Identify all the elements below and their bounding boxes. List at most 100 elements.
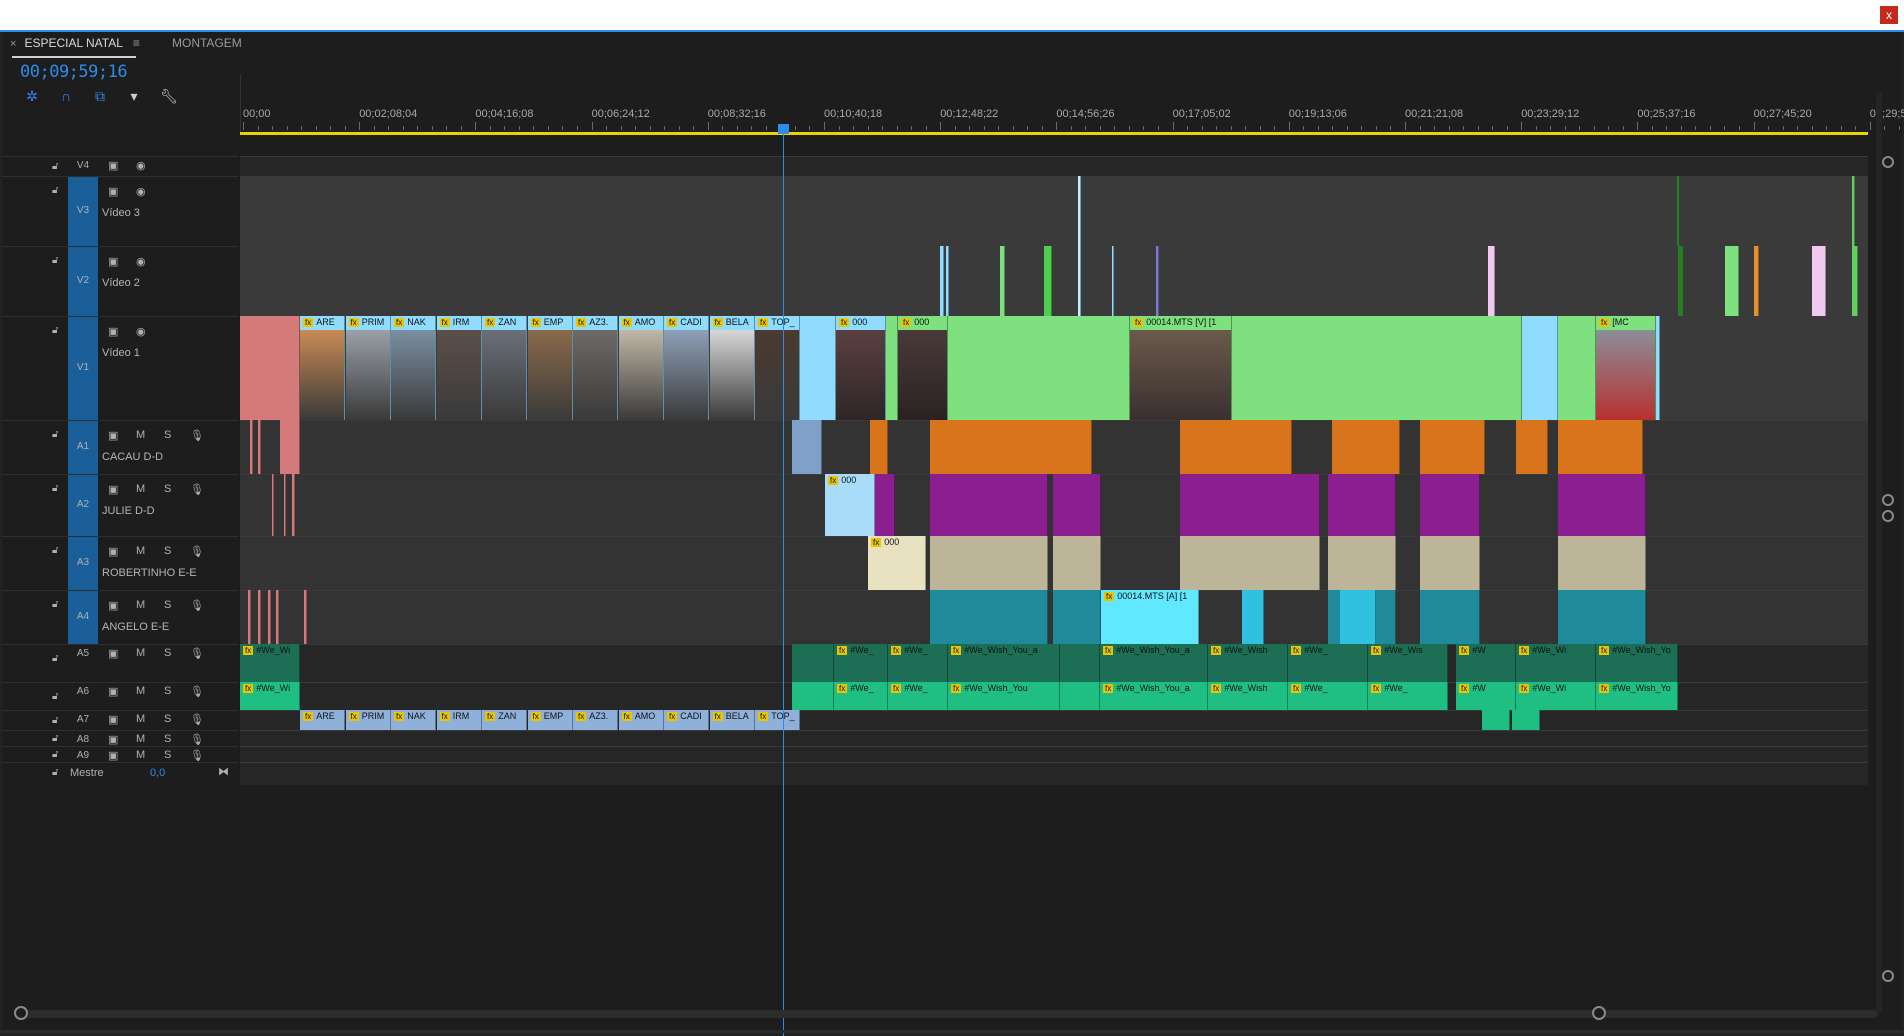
a2-clip[interactable] xyxy=(1558,474,1646,536)
lock-icon[interactable]: 🔓︎ xyxy=(52,255,62,266)
v1-clip[interactable]: fx 000 xyxy=(898,316,948,420)
a4-clip[interactable] xyxy=(248,590,251,644)
a7-clip[interactable] xyxy=(1482,710,1510,730)
v3-clip[interactable] xyxy=(1852,176,1855,246)
a2-clip[interactable] xyxy=(284,474,286,536)
lock-icon[interactable]: 🔓︎ xyxy=(52,483,62,494)
a7-clip[interactable]: fx PRIM xyxy=(345,710,391,730)
track-id[interactable]: A8 xyxy=(68,734,98,745)
a7-clip[interactable]: fxTOP_ xyxy=(755,710,800,730)
scroll-end-handle[interactable] xyxy=(1592,1006,1606,1020)
eye-icon[interactable]: ◉ xyxy=(136,325,146,338)
a5-clip[interactable]: fx #We_Wis xyxy=(1368,644,1448,682)
a2-clip[interactable] xyxy=(930,474,1048,536)
a6-clip[interactable]: fx #W xyxy=(1456,682,1516,710)
a4-clip[interactable] xyxy=(268,590,271,644)
a4-clip[interactable] xyxy=(1053,590,1101,644)
a4-clip[interactable] xyxy=(1340,590,1376,644)
scroll-mid2-handle[interactable] xyxy=(1882,510,1894,522)
lock-icon[interactable]: 🔓︎ xyxy=(52,715,62,726)
a7-clip[interactable]: fx CADI xyxy=(664,710,709,730)
master-end-icon[interactable]: ⧓ xyxy=(218,765,229,778)
toggle-sync-lock-icon[interactable]: ▣ xyxy=(108,483,118,496)
track-id[interactable]: A1 xyxy=(68,441,98,452)
mute-button[interactable]: M xyxy=(136,429,145,441)
a7-clip[interactable]: fx ARE xyxy=(300,710,345,730)
mute-button[interactable]: M xyxy=(136,647,145,659)
lock-icon[interactable]: 🔓︎ xyxy=(52,429,62,440)
a5-clip[interactable]: fx #We_ xyxy=(1288,644,1368,682)
mute-button[interactable]: M xyxy=(136,483,145,495)
v2-clip[interactable] xyxy=(1112,246,1114,316)
toggle-sync-lock-icon[interactable]: ▣ xyxy=(108,159,118,172)
a6-clip[interactable] xyxy=(1060,682,1100,710)
a2-clip[interactable] xyxy=(1328,474,1396,536)
v2-clip[interactable] xyxy=(1852,246,1858,316)
mic-icon[interactable]: 🎙︎ xyxy=(190,483,204,496)
mute-button[interactable]: M xyxy=(136,545,145,557)
lock-icon[interactable]: 🔓︎ xyxy=(52,691,62,702)
v2-clip[interactable] xyxy=(1000,246,1005,316)
a6-clip[interactable]: fx #We_Wish_You xyxy=(948,682,1060,710)
a3-clip[interactable] xyxy=(1180,536,1320,590)
v1-clip[interactable]: fx CADI xyxy=(664,316,709,420)
master-volume[interactable]: 0,0 xyxy=(150,767,165,779)
a6-clip[interactable]: fx #We_Wi xyxy=(240,682,300,710)
v1-clip[interactable] xyxy=(1656,316,1660,420)
v2-clip[interactable] xyxy=(1078,246,1081,316)
a5-clip[interactable]: fx #W xyxy=(1456,644,1516,682)
a2-clip[interactable] xyxy=(1420,474,1480,536)
v1-clip[interactable]: fx AZ3. xyxy=(573,316,618,420)
a1-clip[interactable] xyxy=(1516,420,1548,474)
v1-clip[interactable]: fx ARE xyxy=(300,316,345,420)
v2-clip[interactable] xyxy=(1044,246,1052,316)
toggle-sync-lock-icon[interactable]: ▣ xyxy=(108,685,118,698)
v1-clip[interactable]: fx IRM xyxy=(436,316,482,420)
track-id[interactable]: A9 xyxy=(68,750,98,761)
a4-clip[interactable] xyxy=(1420,590,1480,644)
solo-button[interactable]: S xyxy=(164,429,171,441)
a4-clip[interactable] xyxy=(276,590,279,644)
v1-clip[interactable]: fx 00014.MTS [V] [1 xyxy=(1130,316,1232,420)
a2-clip[interactable] xyxy=(1180,474,1320,536)
toggle-sync-lock-icon[interactable]: ▣ xyxy=(108,749,118,762)
a1-clip[interactable] xyxy=(792,420,822,474)
v1-clip[interactable] xyxy=(1232,316,1522,420)
a5-clip[interactable]: fx #We_Wish xyxy=(1208,644,1288,682)
a6-clip[interactable]: fx #We_Wi xyxy=(1516,682,1596,710)
a5-clip[interactable] xyxy=(1060,644,1100,682)
lock-icon[interactable]: 🔓︎ xyxy=(52,749,62,760)
v1-clip[interactable] xyxy=(948,316,1130,420)
solo-button[interactable]: S xyxy=(164,647,171,659)
a4-clip[interactable] xyxy=(304,590,307,644)
v2-clip[interactable] xyxy=(1754,246,1759,316)
v3-clip[interactable] xyxy=(1677,176,1680,246)
lock-icon[interactable]: 🔓︎ xyxy=(52,161,62,172)
solo-button[interactable]: S xyxy=(164,545,171,557)
solo-button[interactable]: S xyxy=(164,483,171,495)
v2-clip[interactable] xyxy=(1812,246,1826,316)
mic-icon[interactable]: 🎙︎ xyxy=(190,733,204,746)
track-id[interactable]: V4 xyxy=(68,160,98,171)
v1-clip[interactable]: fx NAK xyxy=(391,316,436,420)
track-id[interactable]: A5 xyxy=(68,648,98,659)
a7-clip[interactable]: fx EMP xyxy=(527,710,573,730)
a3-clip[interactable] xyxy=(1420,536,1480,590)
v1-clip[interactable] xyxy=(1558,316,1596,420)
a6-clip[interactable]: fx #We_Wish_You_a xyxy=(1100,682,1208,710)
a6-clip[interactable]: fx #We_ xyxy=(834,682,888,710)
scroll-mid-handle[interactable] xyxy=(1882,494,1894,506)
a1-clip[interactable] xyxy=(250,420,253,474)
a6-clip[interactable]: fx #We_ xyxy=(1288,682,1368,710)
mute-button[interactable]: M xyxy=(136,733,145,745)
a3-clip[interactable] xyxy=(1558,536,1646,590)
toggle-sync-lock-icon[interactable]: ▣ xyxy=(108,713,118,726)
track-lane[interactable] xyxy=(240,246,1868,317)
work-area-bar[interactable] xyxy=(240,132,1868,135)
lock-icon[interactable]: 🔓︎ xyxy=(52,733,62,744)
track-id[interactable]: A2 xyxy=(68,499,98,510)
a4-clip[interactable] xyxy=(258,590,261,644)
lock-icon[interactable]: 🔓︎ xyxy=(52,185,62,196)
time-ruler[interactable]: 00;00 00;02;08;04 00;04;16;08 00;06;24;12 00… xyxy=(240,74,1904,134)
a3-clip[interactable] xyxy=(1053,536,1101,590)
